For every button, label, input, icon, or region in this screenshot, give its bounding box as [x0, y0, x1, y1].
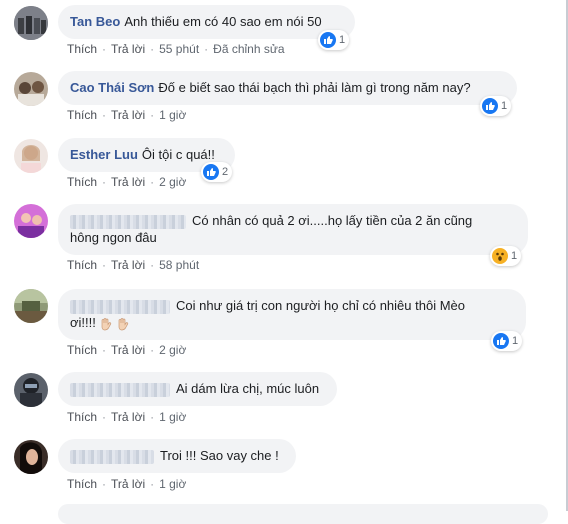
thumbs-up-icon — [482, 98, 498, 114]
like-link[interactable]: Thích — [67, 477, 97, 491]
comment-text: Đố e biết sao thái bạch thì phải làm gì … — [158, 80, 471, 95]
reply-link[interactable]: Trả lời — [111, 175, 145, 189]
comment-bubble: Troi !!! Sao vay che ! — [58, 439, 296, 473]
reaction-count: 1 — [339, 34, 346, 46]
reaction-badge[interactable]: 1 — [318, 30, 350, 50]
wow-face-icon — [492, 248, 508, 264]
timestamp[interactable]: 55 phút — [159, 42, 199, 56]
thumbs-up-icon — [203, 164, 219, 180]
reaction-count: 2 — [222, 166, 229, 178]
comment-bubble: Coi như giá trị con người họ chỉ có nhiê… — [58, 289, 526, 340]
avatar[interactable] — [14, 72, 48, 106]
like-link[interactable]: Thích — [67, 175, 97, 189]
comment-actions: Thích · Trả lời · 58 phút — [67, 258, 200, 272]
comment-bubble: Ai dám lừa chị, múc luôn — [58, 372, 337, 406]
avatar[interactable] — [14, 139, 48, 173]
timestamp[interactable]: 1 giờ — [159, 410, 186, 424]
comment-text-continued: hông ngon đâu — [70, 230, 157, 245]
reaction-badge[interactable]: 1 — [490, 246, 522, 266]
reaction-count: 1 — [511, 250, 518, 262]
like-link[interactable]: Thích — [67, 410, 97, 424]
comment-text: Anh thiếu em có 40 sao em nói 50 — [124, 14, 322, 29]
comment-actions: Thích · Trả lời · 2 giờ — [67, 343, 187, 357]
thumbs-up-icon — [320, 32, 336, 48]
comment-bubble: Cao Thái Sơn Đố e biết sao thái bạch thì … — [58, 71, 517, 105]
comment-author[interactable]: Tan Beo — [70, 14, 120, 29]
like-link[interactable]: Thích — [67, 343, 97, 357]
avatar[interactable] — [14, 289, 48, 323]
reaction-badge[interactable]: 1 — [491, 331, 523, 351]
reply-link[interactable]: Trả lời — [111, 477, 145, 491]
comment-bubble: Tan Beo Anh thiếu em có 40 sao em nói 50 — [58, 5, 355, 39]
blurred-author-name — [70, 449, 154, 464]
reply-link[interactable]: Trả lời — [111, 108, 145, 122]
reaction-count: 1 — [512, 335, 519, 347]
blurred-author-name — [70, 214, 186, 229]
comment-bubble-partial — [58, 504, 548, 524]
avatar[interactable] — [14, 204, 48, 238]
comment-actions: Thích · Trả lời · 2 giờ — [67, 175, 187, 189]
comment-actions: Thích · Trả lời · 1 giờ — [67, 410, 187, 424]
edited-label[interactable]: Đã chỉnh sửa — [213, 42, 284, 56]
comment-text: Ai dám lừa chị, múc luôn — [176, 381, 320, 396]
timestamp[interactable]: 58 phút — [159, 258, 199, 272]
avatar[interactable] — [14, 373, 48, 407]
reaction-badge[interactable]: 1 — [480, 96, 512, 116]
comment-actions: Thích · Trả lời · 55 phút · Đã chỉnh sửa — [67, 42, 285, 56]
timestamp[interactable]: 1 giờ — [159, 108, 186, 122]
comment-author[interactable]: Esther Luu — [70, 147, 138, 162]
comment-text: Có nhân có quả 2 ơi.....họ lấy tiền của … — [192, 213, 473, 228]
reply-link[interactable]: Trả lời — [111, 410, 145, 424]
timestamp[interactable]: 2 giờ — [159, 343, 186, 357]
blurred-author-name — [70, 299, 170, 314]
reaction-count: 1 — [501, 100, 508, 112]
like-link[interactable]: Thích — [67, 108, 97, 122]
reply-link[interactable]: Trả lời — [111, 42, 145, 56]
blurred-author-name — [70, 382, 170, 397]
reply-link[interactable]: Trả lời — [111, 258, 145, 272]
avatar[interactable] — [14, 6, 48, 40]
reply-link[interactable]: Trả lời — [111, 343, 145, 357]
timestamp[interactable]: 2 giờ — [159, 175, 186, 189]
comment-bubble: Có nhân có quả 2 ơi.....họ lấy tiền của … — [58, 204, 528, 255]
comment-text-continued: ơi!!!! — [70, 315, 96, 330]
comment-actions: Thích · Trả lời · 1 giờ — [67, 477, 187, 491]
like-link[interactable]: Thích — [67, 42, 97, 56]
comment-author[interactable]: Cao Thái Sơn — [70, 80, 154, 95]
comment-text: Troi !!! Sao vay che ! — [160, 448, 279, 463]
raised-hand-icon — [116, 317, 130, 331]
comment-actions: Thích · Trả lời · 1 giờ — [67, 108, 187, 122]
comment-text: Ôi tội c quá!! — [141, 147, 215, 162]
raised-hand-icon — [99, 317, 113, 331]
reaction-badge[interactable]: 2 — [201, 162, 233, 182]
comment-text: Coi như giá trị con người họ chỉ có nhiê… — [176, 298, 465, 313]
timestamp[interactable]: 1 giờ — [159, 477, 186, 491]
like-link[interactable]: Thích — [67, 258, 97, 272]
thumbs-up-icon — [493, 333, 509, 349]
avatar[interactable] — [14, 440, 48, 474]
